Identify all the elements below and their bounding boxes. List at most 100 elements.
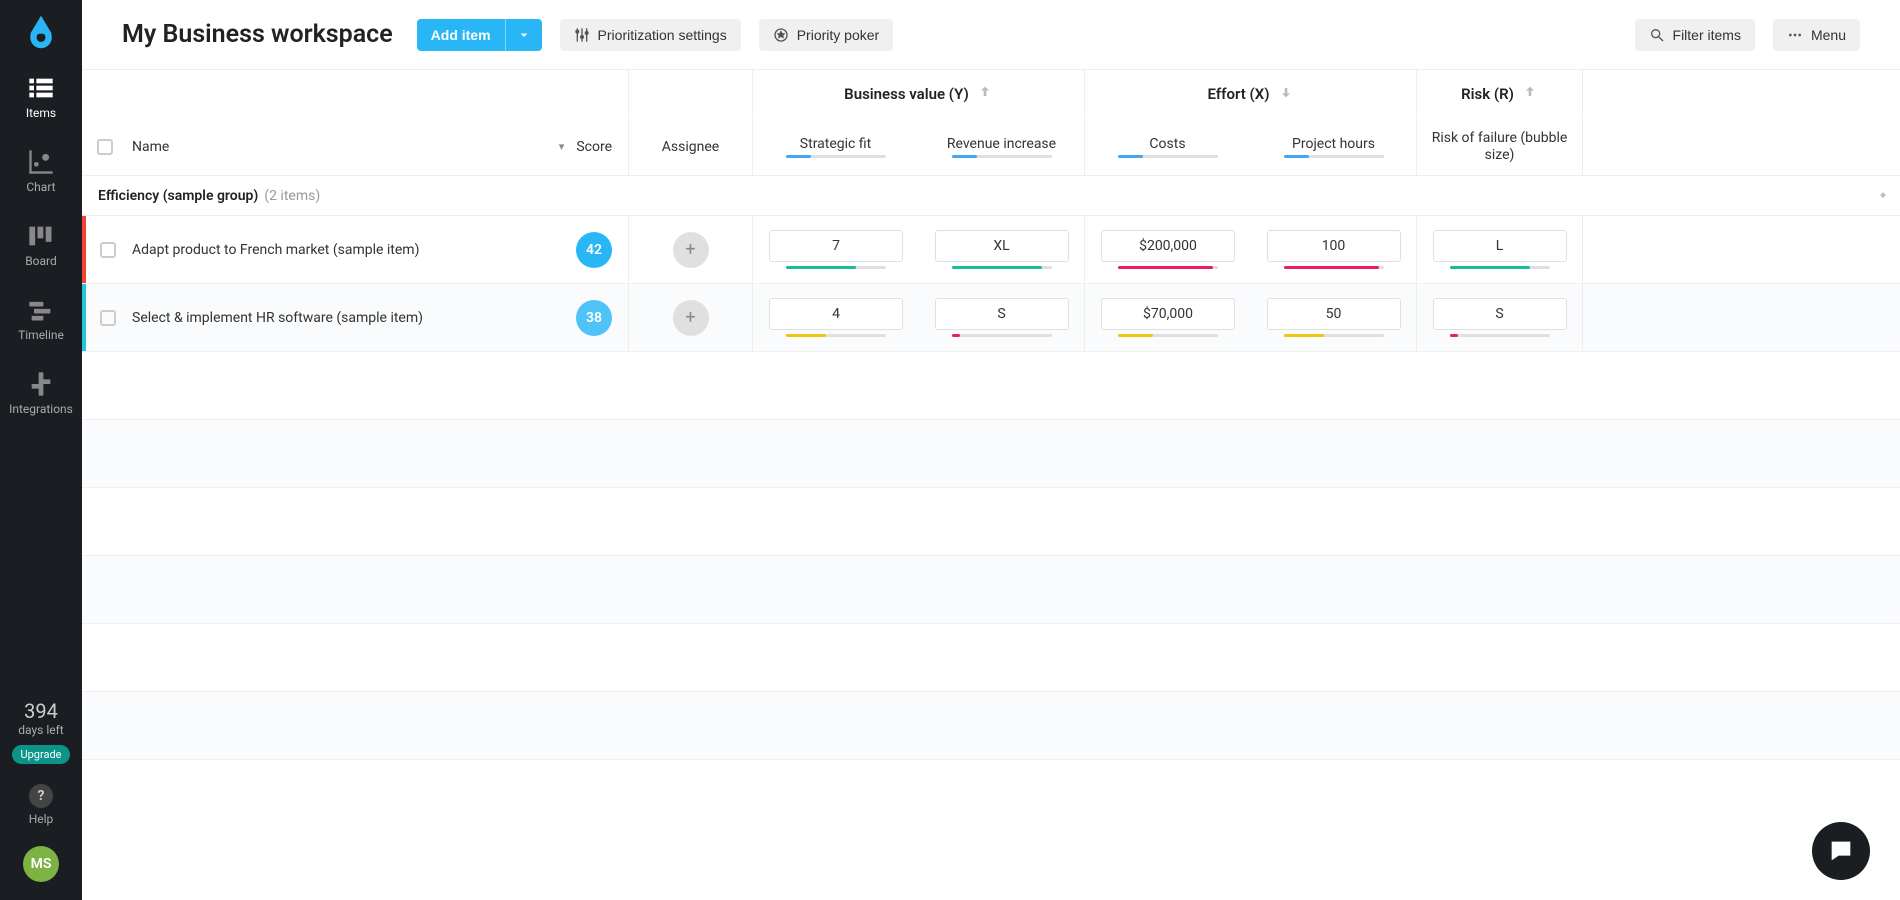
group-count: (2 items) bbox=[264, 188, 320, 204]
item-name[interactable]: Select & implement HR software (sample i… bbox=[129, 284, 479, 351]
integrations-icon bbox=[27, 370, 55, 398]
trial-days-left: days left bbox=[12, 723, 69, 737]
button-label: Filter items bbox=[1673, 27, 1741, 43]
group-name: Efficiency (sample group) bbox=[98, 188, 258, 204]
risk-cell[interactable]: S bbox=[1417, 284, 1583, 351]
expand-icon[interactable] bbox=[1876, 187, 1890, 205]
nav-chart[interactable]: Chart bbox=[0, 148, 82, 194]
column-name[interactable]: Name bbox=[129, 118, 479, 175]
costs-cell[interactable]: $70,000 bbox=[1085, 284, 1251, 351]
score-badge: 38 bbox=[576, 300, 612, 336]
assignee-cell: + bbox=[629, 284, 753, 351]
dots-icon bbox=[1787, 27, 1803, 43]
group-effort: Effort (X) bbox=[1085, 70, 1417, 117]
group-business-value: Business value (Y) bbox=[753, 70, 1085, 117]
page-title: My Business workspace bbox=[122, 20, 393, 49]
chevron-down-icon: ▾ bbox=[559, 140, 565, 153]
add-item-button[interactable]: Add item bbox=[417, 19, 505, 51]
group-row[interactable]: Efficiency (sample group) (2 items) bbox=[82, 176, 1900, 216]
column-label: Revenue increase bbox=[947, 136, 1056, 152]
nav-timeline[interactable]: Timeline bbox=[0, 296, 82, 342]
group-label: Risk (R) bbox=[1461, 85, 1514, 103]
strategic-fit-cell[interactable]: 7 bbox=[753, 216, 919, 283]
add-item-dropdown[interactable] bbox=[505, 19, 542, 51]
revenue-increase-cell[interactable]: XL bbox=[919, 216, 1085, 283]
column-assignee[interactable]: Assignee bbox=[629, 118, 753, 175]
sliders-icon bbox=[574, 27, 590, 43]
nav-label: Items bbox=[26, 106, 56, 120]
group-label: Business value (Y) bbox=[844, 85, 969, 103]
score-cell: 42 bbox=[479, 216, 629, 283]
nav-board[interactable]: Board bbox=[0, 222, 82, 268]
strategic-fit-cell[interactable]: 4 bbox=[753, 284, 919, 351]
column-revenue-increase[interactable]: Revenue increase bbox=[919, 118, 1085, 175]
sidebar: Items Chart Board Timeline Integrations … bbox=[0, 0, 82, 900]
nav-label: Timeline bbox=[18, 328, 64, 342]
add-item-split: Add item bbox=[417, 19, 542, 51]
nav-label: Integrations bbox=[9, 402, 73, 416]
revenue-increase-cell[interactable]: S bbox=[919, 284, 1085, 351]
column-risk-of-failure[interactable]: Risk of failure (bubble size) bbox=[1417, 118, 1583, 175]
main: My Business workspace Add item Prioritiz… bbox=[82, 0, 1900, 900]
board-icon bbox=[27, 222, 55, 250]
arrow-up-icon bbox=[977, 84, 993, 104]
assignee-cell: + bbox=[629, 216, 753, 283]
costs-cell[interactable]: $200,000 bbox=[1085, 216, 1251, 283]
column-label: Project hours bbox=[1292, 136, 1375, 152]
table-row[interactable]: Select & implement HR software (sample i… bbox=[82, 284, 1900, 352]
items-icon bbox=[27, 74, 55, 102]
priority-poker-button[interactable]: Priority poker bbox=[759, 19, 893, 51]
select-all-checkbox[interactable] bbox=[82, 118, 129, 175]
arrow-down-icon bbox=[1278, 84, 1294, 104]
trial-days: 394 bbox=[12, 699, 69, 723]
prioritization-settings-button[interactable]: Prioritization settings bbox=[560, 19, 741, 51]
menu-button[interactable]: Menu bbox=[1773, 19, 1860, 51]
logo[interactable] bbox=[23, 14, 59, 50]
chart-icon bbox=[27, 148, 55, 176]
column-project-hours[interactable]: Project hours bbox=[1251, 118, 1417, 175]
chat-widget[interactable] bbox=[1812, 822, 1870, 880]
group-label: Effort (X) bbox=[1208, 85, 1270, 103]
risk-cell[interactable]: L bbox=[1417, 216, 1583, 283]
nav-integrations[interactable]: Integrations bbox=[0, 370, 82, 416]
header-columns: Name ▾ Score Assignee Strategic fit Reve… bbox=[82, 118, 1900, 176]
star-circle-icon bbox=[773, 27, 789, 43]
project-hours-cell[interactable]: 100 bbox=[1251, 216, 1417, 283]
nav-label: Board bbox=[25, 254, 57, 268]
button-label: Priority poker bbox=[797, 27, 879, 43]
add-assignee-button[interactable]: + bbox=[673, 300, 709, 336]
item-name[interactable]: Adapt product to French market (sample i… bbox=[129, 216, 479, 283]
header-groups: Business value (Y) Effort (X) Risk (R) bbox=[82, 70, 1900, 118]
button-label: Prioritization settings bbox=[598, 27, 727, 43]
help-label: Help bbox=[29, 812, 54, 826]
column-label: Strategic fit bbox=[800, 136, 871, 152]
score-cell: 38 bbox=[479, 284, 629, 351]
help-icon: ? bbox=[29, 784, 53, 808]
column-costs[interactable]: Costs bbox=[1085, 118, 1251, 175]
search-icon bbox=[1649, 27, 1665, 43]
topbar: My Business workspace Add item Prioritiz… bbox=[82, 0, 1900, 70]
column-strategic-fit[interactable]: Strategic fit bbox=[753, 118, 919, 175]
row-checkbox[interactable] bbox=[86, 284, 129, 351]
arrow-up-icon bbox=[1522, 84, 1538, 104]
row-checkbox[interactable] bbox=[86, 216, 129, 283]
nav-items[interactable]: Items bbox=[0, 74, 82, 120]
column-label: Risk of failure (bubble size) bbox=[1417, 130, 1582, 164]
table-row[interactable]: Adapt product to French market (sample i… bbox=[82, 216, 1900, 284]
help[interactable]: ? Help bbox=[29, 784, 54, 826]
button-label: Menu bbox=[1811, 27, 1846, 43]
column-score[interactable]: ▾ Score bbox=[479, 118, 629, 175]
project-hours-cell[interactable]: 50 bbox=[1251, 284, 1417, 351]
upgrade-button[interactable]: Upgrade bbox=[12, 745, 69, 764]
trial-status: 394 days left Upgrade bbox=[12, 699, 69, 764]
group-risk: Risk (R) bbox=[1417, 70, 1583, 117]
timeline-icon bbox=[27, 296, 55, 324]
table: Business value (Y) Effort (X) Risk (R) N… bbox=[82, 70, 1900, 900]
add-assignee-button[interactable]: + bbox=[673, 232, 709, 268]
column-label: Score bbox=[576, 139, 612, 155]
score-badge: 42 bbox=[576, 232, 612, 268]
nav-label: Chart bbox=[26, 180, 55, 194]
avatar[interactable]: MS bbox=[23, 846, 59, 882]
column-label: Costs bbox=[1149, 136, 1185, 152]
filter-items-button[interactable]: Filter items bbox=[1635, 19, 1755, 51]
